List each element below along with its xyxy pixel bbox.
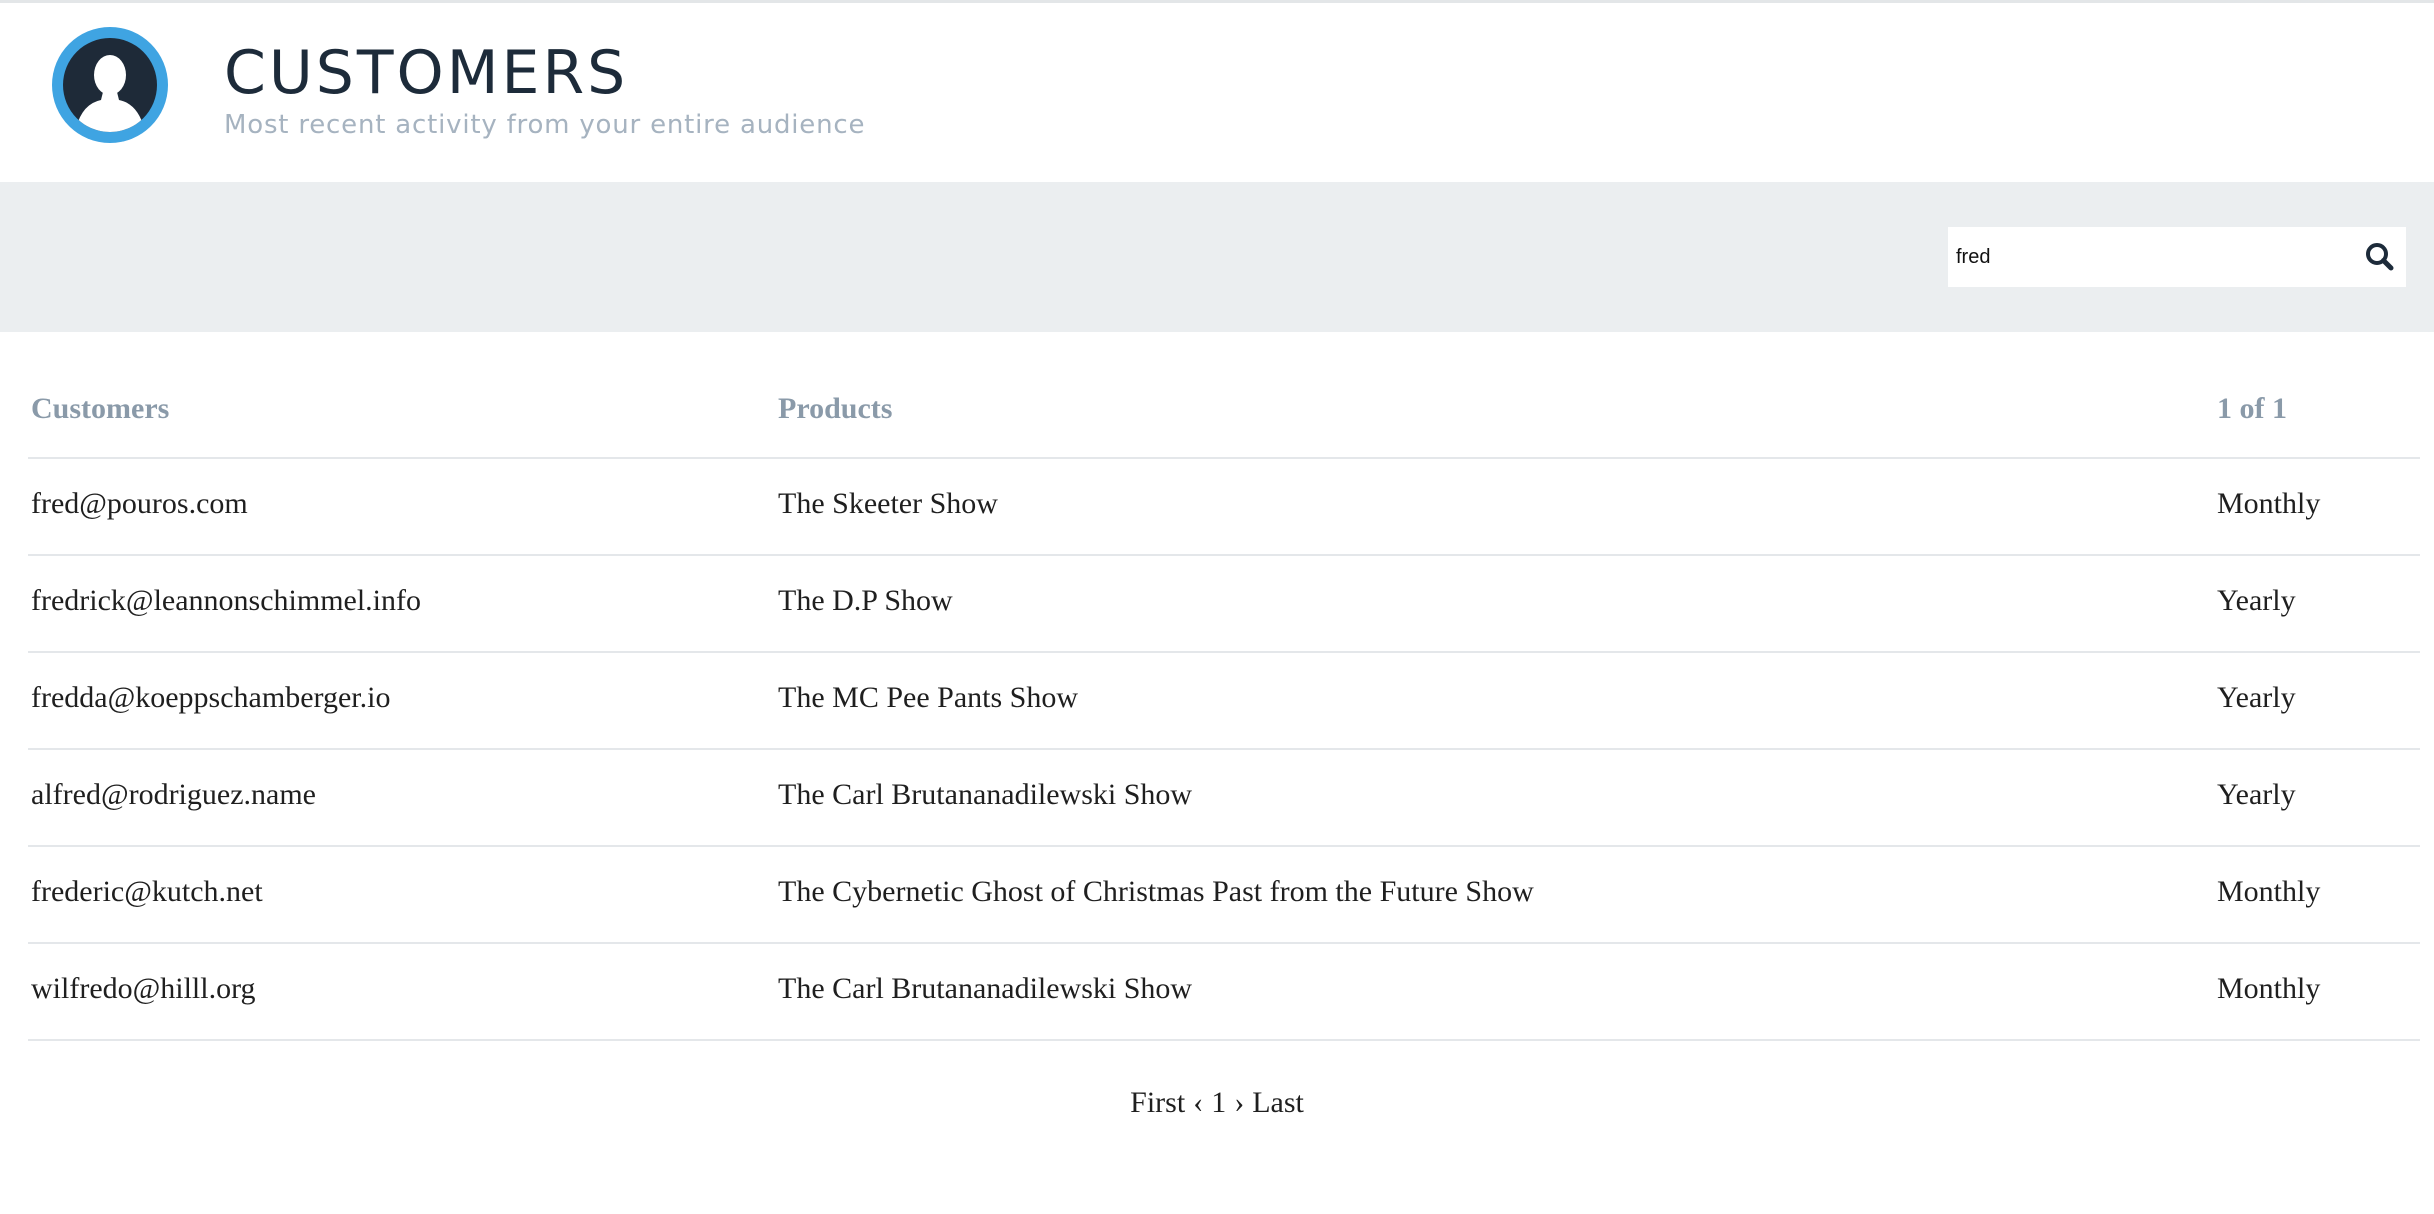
user-silhouette-icon xyxy=(63,38,157,132)
table-row[interactable]: fredda@koeppschamberger.io The MC Pee Pa… xyxy=(28,653,2420,750)
pagination-next-icon[interactable]: › xyxy=(1234,1086,1244,1119)
table-row[interactable]: wilfredo@hilll.org The Carl Brutananadil… xyxy=(28,944,2420,1041)
pagination-last[interactable]: Last xyxy=(1252,1086,1304,1119)
pagination-first[interactable]: First xyxy=(1130,1086,1185,1119)
customer-email: fred@pouros.com xyxy=(31,487,248,520)
product-name: The Skeeter Show xyxy=(778,487,998,520)
billing-plan: Monthly xyxy=(2217,487,2321,520)
search-icon xyxy=(2366,243,2394,271)
pagination-page-1[interactable]: 1 xyxy=(1211,1086,1226,1119)
page-subtitle: Most recent activity from your entire au… xyxy=(224,110,866,140)
pagination-prev-icon[interactable]: ‹ xyxy=(1193,1086,1203,1119)
billing-plan: Yearly xyxy=(2217,584,2296,617)
customer-email: fredda@koeppschamberger.io xyxy=(31,681,391,714)
table-row[interactable]: fredrick@leannonschimmel.info The D.P Sh… xyxy=(28,556,2420,653)
table-row[interactable]: fred@pouros.com The Skeeter Show Monthly xyxy=(28,459,2420,556)
page-title: CUSTOMERS xyxy=(224,38,629,108)
page-count-label: 1 of 1 xyxy=(2217,392,2287,425)
search-box xyxy=(1948,227,2406,287)
product-name: The D.P Show xyxy=(778,584,953,617)
customer-email: wilfredo@hilll.org xyxy=(31,972,256,1005)
table-row[interactable]: alfred@rodriguez.name The Carl Brutanana… xyxy=(28,750,2420,847)
billing-plan: Yearly xyxy=(2217,681,2296,714)
page-header: CUSTOMERS Most recent activity from your… xyxy=(0,3,2434,182)
table-header-row: Customers Products 1 of 1 xyxy=(28,332,2420,459)
product-name: The Cybernetic Ghost of Christmas Past f… xyxy=(778,875,1534,908)
customer-email: frederic@kutch.net xyxy=(31,875,263,908)
table-row[interactable]: frederic@kutch.net The Cybernetic Ghost … xyxy=(28,847,2420,944)
product-name: The Carl Brutananadilewski Show xyxy=(778,972,1193,1005)
column-header-customers[interactable]: Customers xyxy=(31,392,169,426)
product-name: The MC Pee Pants Show xyxy=(778,681,1078,714)
search-toolbar xyxy=(0,182,2434,332)
avatar xyxy=(52,27,168,143)
product-name: The Carl Brutananadilewski Show xyxy=(778,778,1193,811)
pagination: First ‹ 1 › Last xyxy=(0,1086,2434,1120)
customer-email: alfred@rodriguez.name xyxy=(31,778,316,811)
customer-email: fredrick@leannonschimmel.info xyxy=(31,584,421,617)
billing-plan: Monthly xyxy=(2217,972,2321,1005)
search-button[interactable] xyxy=(2360,237,2400,277)
billing-plan: Monthly xyxy=(2217,875,2321,908)
billing-plan: Yearly xyxy=(2217,778,2296,811)
column-header-products[interactable]: Products xyxy=(778,392,892,426)
search-input[interactable] xyxy=(1948,227,2348,287)
customers-table: Customers Products 1 of 1 fred@pouros.co… xyxy=(28,332,2420,1041)
